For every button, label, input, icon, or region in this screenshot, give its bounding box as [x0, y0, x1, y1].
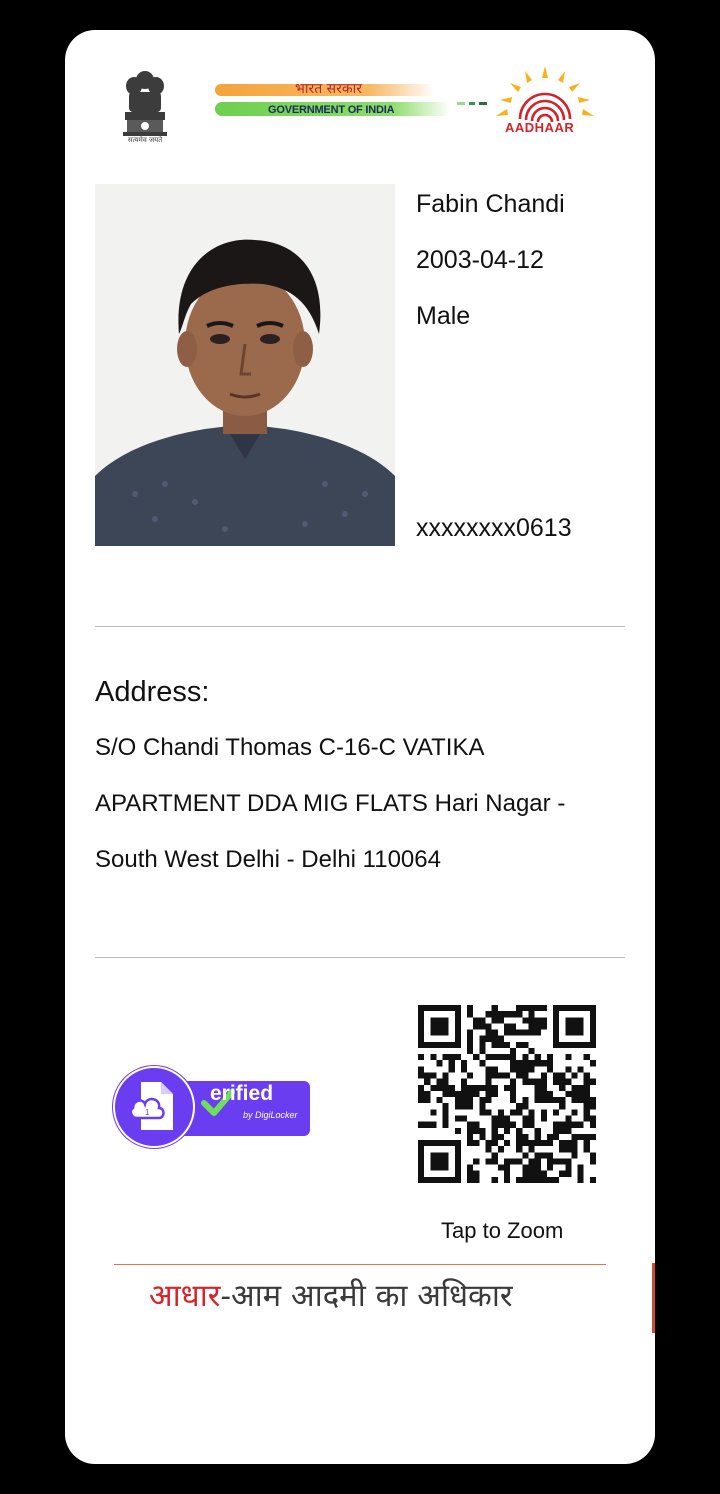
- government-of-india-logo: भारत सरकार GOVERNMENT OF INDIA: [215, 80, 495, 125]
- slogan-rest: -आम आदमी का अधिकार: [220, 1278, 513, 1314]
- tricolor-dash-icon: [457, 102, 487, 105]
- verified-by-label: by DigiLocker: [243, 1110, 298, 1120]
- edge-mark: [652, 1263, 655, 1333]
- footer-slogan: आधार-आम आदमी का अधिकार: [149, 1274, 513, 1316]
- address-line: APARTMENT DDA MIG FLATS Hari Nagar -: [95, 790, 566, 817]
- divider: [95, 626, 625, 627]
- holder-name: Fabin Chandi: [416, 190, 565, 218]
- address-heading: Address:: [95, 676, 210, 708]
- emblem-motto: सत्यमेव जयते: [127, 136, 163, 144]
- divider: [95, 957, 625, 958]
- gov-english-label: GOVERNMENT OF INDIA: [268, 104, 395, 116]
- svg-text:1: 1: [145, 1108, 150, 1117]
- gov-hindi-label: भारत सरकार: [295, 81, 362, 97]
- footer-rule: [114, 1264, 606, 1265]
- card-header: सत्यमेव जयते भारत सरकार GOVERNMENT OF IN…: [65, 30, 655, 160]
- cloud-document-icon: 1: [129, 1082, 173, 1130]
- date-of-birth: 2003-04-12: [416, 246, 544, 274]
- aadhaar-card: सत्यमेव जयते भारत सरकार GOVERNMENT OF IN…: [65, 30, 655, 1464]
- gender: Male: [416, 302, 471, 330]
- address-line: S/O Chandi Thomas C-16-C VATIKA: [95, 734, 485, 761]
- digilocker-verified-badge: 1 erified by DigiLocker: [113, 1066, 313, 1148]
- aadhaar-wordmark: AADHAAR: [505, 120, 575, 135]
- verified-label: erified: [210, 1082, 274, 1105]
- tap-to-zoom-label[interactable]: Tap to Zoom: [441, 1218, 563, 1244]
- qr-code[interactable]: [418, 1005, 596, 1183]
- person-photo-icon: [95, 184, 395, 546]
- slogan-aadhaar-word: आधार: [149, 1278, 221, 1314]
- aadhaar-number-masked: xxxxxxxx0613: [416, 514, 572, 542]
- address-line: South West Delhi - Delhi 110064: [95, 846, 441, 873]
- profile-photo: [95, 184, 395, 546]
